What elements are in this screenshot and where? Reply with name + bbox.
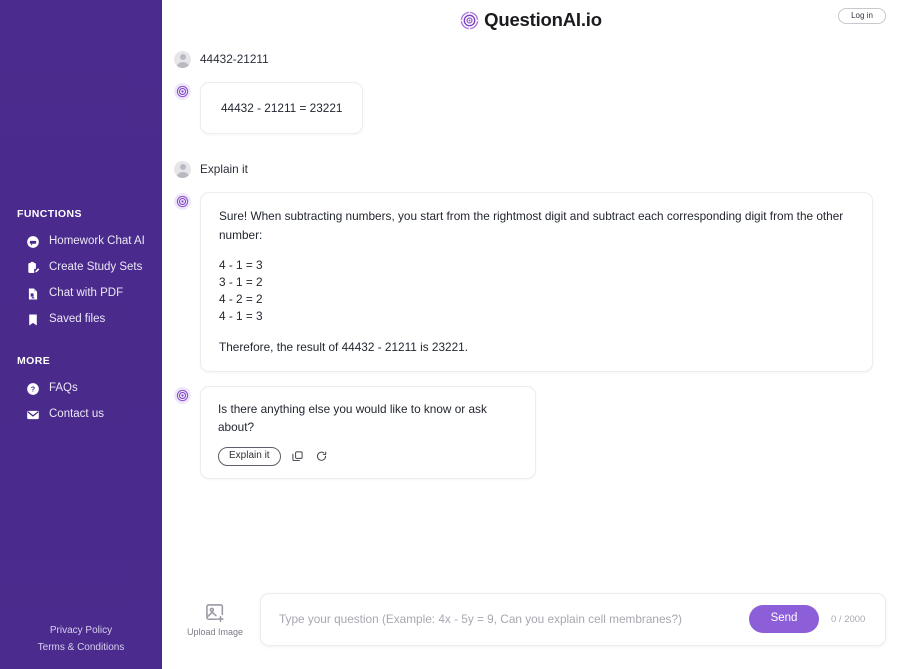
chat-message-assistant: 44432 - 21211 = 23221 — [174, 82, 876, 135]
sidebar-item-label: FAQs — [49, 382, 78, 395]
question-input-shell: Send 0 / 2000 — [260, 592, 886, 646]
sidebar-item-saved-files[interactable]: Saved files — [0, 307, 162, 333]
chat-message-user: Explain it — [174, 160, 876, 179]
sidebar: FUNCTIONS Homework Chat AI Create Study … — [0, 0, 162, 669]
upload-image-label: Upload Image — [186, 626, 244, 637]
privacy-policy-link[interactable]: Privacy Policy — [0, 623, 162, 640]
calculation-step: 4 - 1 = 3 — [219, 309, 263, 324]
followup-text: Is there anything else you would like to… — [218, 401, 487, 434]
explanation-intro: Sure! When subtracting numbers, you star… — [219, 209, 844, 242]
composer: Upload Image Send 0 / 2000 — [162, 585, 900, 669]
calculation-step: 4 - 1 = 3 — [219, 257, 263, 272]
calculation-step: 3 - 1 = 2 — [219, 274, 263, 289]
chat-message-assistant: Is there anything else you would like to… — [174, 385, 876, 480]
chat-thread: 44432-21211 44432 - 21211 = 23221 Explai… — [162, 36, 900, 585]
explain-it-chip-button[interactable]: Explain it — [218, 447, 281, 467]
sidebar-item-label: Contact us — [49, 408, 104, 421]
image-plus-icon — [204, 602, 226, 624]
assistant-followup-bubble: Is there anything else you would like to… — [200, 385, 536, 480]
file-pdf-icon — [26, 287, 40, 301]
send-button[interactable]: Send — [749, 605, 819, 633]
chat-message-assistant: Sure! When subtracting numbers, you star… — [174, 192, 876, 372]
assistant-answer-text: 44432 - 21211 = 23221 — [221, 101, 343, 115]
calculation-steps: 4 - 1 = 3 3 - 1 = 2 4 - 2 = 2 4 - 1 = 3 — [219, 257, 854, 325]
upload-image-button[interactable]: Upload Image — [184, 602, 246, 637]
chat-bubble-icon — [26, 235, 40, 249]
refresh-icon[interactable] — [314, 449, 329, 464]
sidebar-footer: Privacy Policy Terms & Conditions — [0, 623, 162, 669]
calculation-step: 4 - 2 = 2 — [219, 292, 263, 307]
brand: QuestionAI.io — [460, 9, 602, 31]
sidebar-item-label: Create Study Sets — [49, 261, 143, 274]
sidebar-item-contact-us[interactable]: Contact us — [0, 402, 162, 428]
assistant-avatar-icon — [174, 386, 191, 404]
assistant-answer-bubble: 44432 - 21211 = 23221 — [200, 82, 364, 135]
svg-text:?: ? — [31, 385, 36, 394]
sidebar-item-label: Saved files — [49, 313, 106, 326]
user-avatar-icon — [174, 161, 191, 179]
sidebar-item-chat-with-pdf[interactable]: Chat with PDF — [0, 281, 162, 307]
sidebar-item-faqs[interactable]: ? FAQs — [0, 376, 162, 402]
user-avatar-icon — [174, 51, 191, 68]
sidebar-item-homework-chat-ai[interactable]: Homework Chat AI — [0, 229, 162, 255]
assistant-explanation-bubble: Sure! When subtracting numbers, you star… — [200, 192, 873, 372]
user-message-text: Explain it — [200, 162, 248, 177]
terms-conditions-link[interactable]: Terms & Conditions — [0, 640, 162, 657]
followup-actions: Explain it — [218, 447, 519, 467]
brand-name: QuestionAI.io — [484, 9, 602, 30]
sidebar-section-functions: FUNCTIONS Homework Chat AI Create Study … — [0, 208, 162, 333]
envelope-icon — [26, 408, 40, 422]
login-button[interactable]: Log in — [838, 8, 886, 24]
app-root: FUNCTIONS Homework Chat AI Create Study … — [0, 0, 900, 669]
question-circle-icon: ? — [26, 382, 40, 396]
sidebar-item-label: Chat with PDF — [49, 287, 124, 300]
sidebar-section-title-functions: FUNCTIONS — [17, 208, 82, 220]
assistant-avatar-icon — [174, 83, 191, 100]
bookmark-icon — [26, 313, 40, 327]
sidebar-item-create-study-sets[interactable]: Create Study Sets — [0, 255, 162, 281]
sidebar-top-spacer — [0, 0, 162, 208]
explanation-conclusion: Therefore, the result of 44432 - 21211 i… — [219, 340, 468, 355]
question-input[interactable] — [279, 593, 737, 645]
chat-message-user: 44432-21211 — [174, 50, 876, 68]
sidebar-section-title-more: MORE — [17, 355, 51, 367]
clipboard-edit-icon — [26, 261, 40, 275]
main-panel: QuestionAI.io Log in 44432-21211 44432 -… — [162, 0, 900, 669]
target-logo-icon — [460, 11, 479, 30]
copy-icon[interactable] — [290, 449, 305, 464]
sidebar-section-more: MORE ? FAQs Contact us — [0, 355, 162, 428]
character-counter: 0 / 2000 — [831, 613, 866, 625]
top-bar: QuestionAI.io Log in — [162, 0, 900, 36]
sidebar-item-label: Homework Chat AI — [49, 235, 145, 248]
assistant-avatar-icon — [174, 193, 191, 211]
user-message-text: 44432-21211 — [200, 52, 269, 66]
